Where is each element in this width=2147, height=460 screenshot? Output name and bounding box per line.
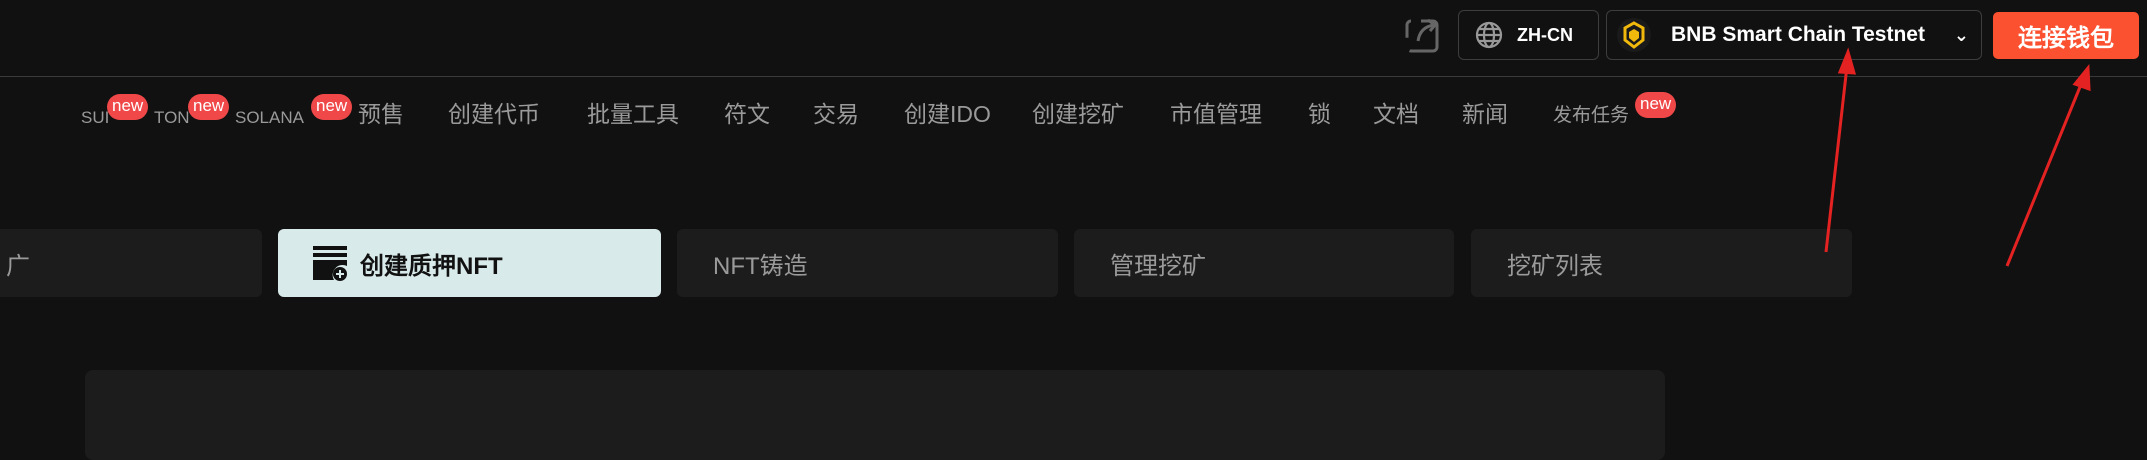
arrow-to-connect [2005, 81, 2084, 267]
arrow-head [2072, 64, 2091, 92]
arrow-head [1837, 47, 1857, 75]
arrow-to-chain [1824, 65, 1849, 253]
annotation-arrows [1824, 47, 2091, 267]
